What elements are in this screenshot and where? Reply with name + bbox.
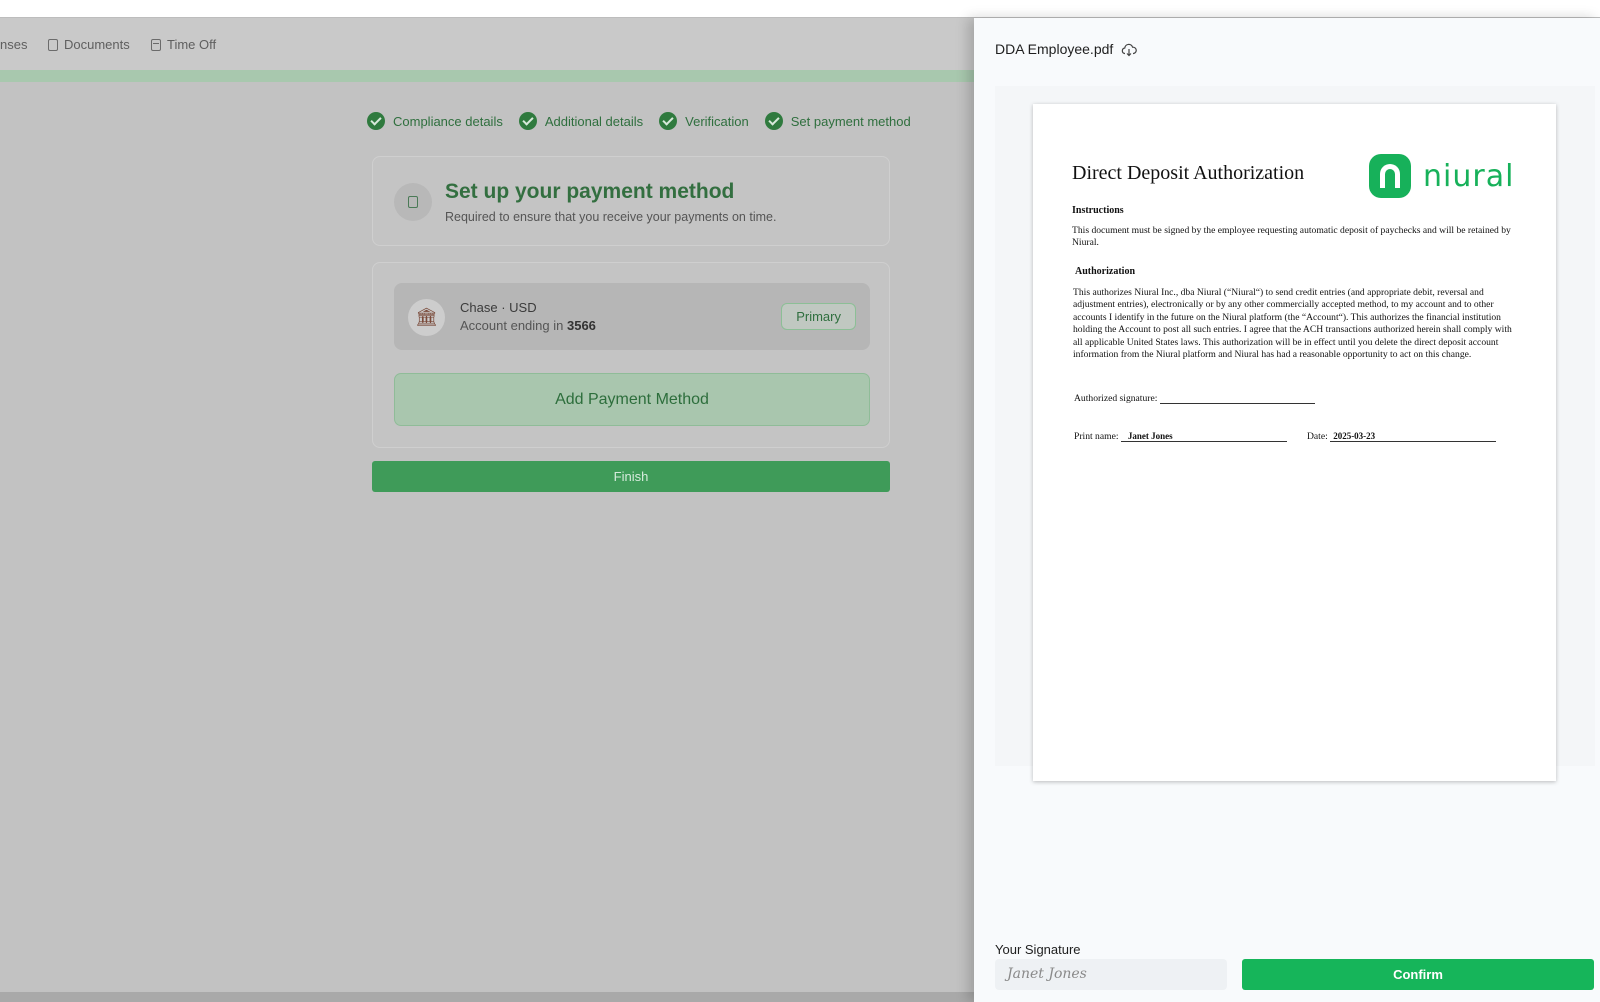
nav-item-label: nses bbox=[0, 37, 28, 52]
step-additional-details[interactable]: Additional details bbox=[518, 112, 644, 130]
account-ending-number: 3566 bbox=[566, 318, 596, 333]
account-name: Chase · USD bbox=[460, 300, 537, 315]
authorization-heading: Authorization bbox=[1075, 266, 1135, 277]
instructions-heading: Instructions bbox=[1072, 205, 1124, 216]
date-label: Date: bbox=[1307, 431, 1328, 442]
top-bar bbox=[0, 0, 1600, 18]
document-icon bbox=[48, 38, 58, 51]
finish-button[interactable]: Finish bbox=[372, 461, 890, 492]
pdf-viewer[interactable]: Direct Deposit Authorization niural Inst… bbox=[995, 86, 1595, 781]
stepper: Compliance details Additional details Ve… bbox=[367, 112, 927, 130]
step-label: Compliance details bbox=[393, 113, 503, 129]
step-label: Verification bbox=[685, 113, 749, 129]
document-title: Direct Deposit Authorization bbox=[1072, 162, 1305, 184]
instructions-text: This document must be signed by the empl… bbox=[1072, 225, 1511, 249]
nav-item-expenses[interactable]: nses bbox=[0, 37, 27, 52]
step-set-payment-method[interactable]: Set payment method bbox=[764, 112, 911, 130]
check-circle-icon bbox=[367, 112, 385, 130]
bank-icon: 🏛 bbox=[408, 299, 445, 336]
print-name-label: Print name: bbox=[1074, 431, 1119, 442]
add-payment-method-button[interactable]: Add Payment Method bbox=[394, 373, 870, 426]
signature-input[interactable]: Janet Jones bbox=[995, 959, 1227, 990]
progress-bar bbox=[0, 70, 974, 82]
nav-item-documents[interactable]: Documents bbox=[48, 37, 130, 52]
print-name-value: Janet Jones bbox=[1120, 431, 1287, 442]
document-drawer: DDA Employee.pdf Direct Deposit Authoriz… bbox=[974, 18, 1600, 1002]
authorization-text: This authorizes Niural Inc., dba Niural … bbox=[1073, 287, 1512, 361]
document-dollar-icon bbox=[394, 183, 432, 221]
top-nav: nses Documents Time Off bbox=[0, 18, 974, 70]
account-ending-prefix: Account ending in bbox=[460, 318, 564, 333]
calendar-icon bbox=[151, 38, 161, 51]
primary-badge: Primary bbox=[781, 303, 856, 330]
payment-header-card: Set up your payment method Required to e… bbox=[372, 156, 890, 246]
step-label: Additional details bbox=[544, 113, 644, 129]
account-ending: Account ending in 3566 bbox=[460, 318, 596, 333]
account-row[interactable]: 🏛 Chase · USD Account ending in 3566 Pri… bbox=[394, 283, 870, 350]
bottom-strip bbox=[0, 992, 974, 1002]
signature-blank bbox=[1159, 393, 1315, 404]
page-title: Set up your payment method bbox=[445, 180, 735, 203]
check-circle-icon bbox=[764, 112, 783, 130]
check-circle-icon bbox=[659, 112, 678, 130]
app-background: nses Documents Time Off Compliance detai… bbox=[0, 18, 974, 1002]
niural-logo-mark-icon bbox=[1369, 154, 1411, 198]
cloud-download-icon[interactable] bbox=[1121, 43, 1138, 57]
nav-item-time-off[interactable]: Time Off bbox=[151, 37, 216, 52]
nav-item-label: Time Off bbox=[167, 37, 217, 52]
signature-label: Your Signature bbox=[995, 942, 1081, 957]
date-value: 2025-03-23 bbox=[1330, 431, 1497, 442]
check-circle-icon bbox=[518, 112, 537, 130]
print-name-line: Print name: Janet Jones bbox=[1074, 431, 1287, 442]
file-name: DDA Employee.pdf bbox=[995, 41, 1114, 57]
step-verification[interactable]: Verification bbox=[659, 112, 749, 130]
authorized-signature-line: Authorized signature: bbox=[1074, 393, 1315, 404]
step-label: Set payment method bbox=[790, 113, 911, 129]
nav-item-label: Documents bbox=[64, 37, 130, 52]
step-compliance-details[interactable]: Compliance details bbox=[367, 112, 503, 130]
date-line: Date: 2025-03-23 bbox=[1307, 431, 1497, 442]
confirm-button[interactable]: Confirm bbox=[1242, 959, 1594, 990]
page-subtitle: Required to ensure that you receive your… bbox=[445, 210, 777, 224]
pdf-page: Direct Deposit Authorization niural Inst… bbox=[1033, 104, 1556, 781]
logo-text: niural bbox=[1423, 158, 1515, 194]
payment-methods-card: 🏛 Chase · USD Account ending in 3566 Pri… bbox=[372, 262, 890, 448]
file-header: DDA Employee.pdf bbox=[995, 41, 1138, 57]
niural-logo: niural bbox=[1369, 154, 1514, 198]
authorized-signature-label: Authorized signature: bbox=[1074, 393, 1158, 404]
